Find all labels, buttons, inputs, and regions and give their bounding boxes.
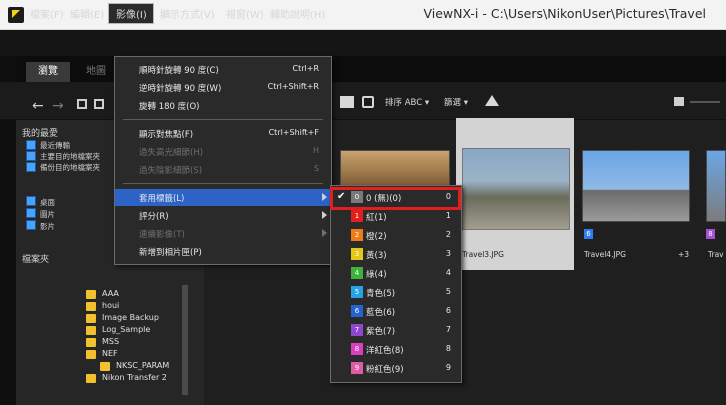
menu-image[interactable]: 影像(I) xyxy=(116,6,147,21)
menu-sequence-images: 連續影像(T) xyxy=(115,225,331,242)
recent-transfer-icon xyxy=(26,140,36,150)
label-swatch: 5 xyxy=(351,286,363,298)
tab-browse[interactable]: 瀏覽 xyxy=(26,62,70,82)
copy-icon[interactable] xyxy=(362,96,374,108)
menu-show-focus-points[interactable]: 顯示對焦點(F) Ctrl+Shift+F xyxy=(115,125,331,142)
favorite-primary-destination[interactable]: 主要目的地檔案夾 xyxy=(40,151,100,162)
thumbnail-image[interactable] xyxy=(340,150,450,190)
menu-window[interactable]: 視窗(W) xyxy=(226,6,264,21)
menu-separator xyxy=(123,183,323,184)
folder-aaa[interactable]: AAA xyxy=(102,289,119,298)
folders-scrollbar[interactable] xyxy=(182,285,188,395)
menu-help[interactable]: 輔助說明(H) xyxy=(270,6,325,21)
thumbnail-travel4[interactable] xyxy=(582,150,690,222)
menu-separator xyxy=(123,119,323,120)
folder-nef[interactable]: NEF xyxy=(102,349,118,358)
submenu-arrow-icon xyxy=(322,229,327,237)
menu-add-to-photo-tray[interactable]: 新增到相片匣(P) xyxy=(115,243,331,260)
menu-view-mode[interactable]: 顯示方式(V) xyxy=(160,6,215,21)
highlight-callout-box xyxy=(330,187,461,210)
folder-nksc-param[interactable]: NKSC_PARAM xyxy=(116,361,169,370)
thumbnail-partial[interactable] xyxy=(706,150,726,222)
view-grid-icon[interactable] xyxy=(77,99,87,109)
label-badge: 6 xyxy=(584,229,593,239)
grid-size-icon[interactable] xyxy=(674,97,684,106)
thumbnail-label: Travel4.JPG xyxy=(584,250,626,259)
folder-image-backup[interactable]: Image Backup xyxy=(102,313,159,322)
label-item-3[interactable]: 3 黃(3) 3 xyxy=(331,245,461,264)
label-item-5[interactable]: 5 青色(5) 5 xyxy=(331,283,461,302)
favorite-backup-destination[interactable]: 備份目的地檔案夾 xyxy=(40,162,100,173)
favorites-header[interactable]: 我的最愛 xyxy=(22,126,58,139)
zoom-slider[interactable] xyxy=(690,101,720,103)
menu-rotate-180[interactable]: 旋轉 180 度(O) xyxy=(115,97,331,114)
place-desktop[interactable]: 桌面 xyxy=(40,197,55,208)
forward-arrow-icon[interactable]: → xyxy=(52,98,64,114)
view-mode-icon[interactable] xyxy=(340,96,354,108)
label-swatch: 9 xyxy=(351,362,363,374)
folder-icon xyxy=(86,350,96,359)
primary-destination-icon xyxy=(26,151,36,161)
videos-icon xyxy=(26,220,36,230)
thumbnail-label: Travel3.JPG xyxy=(462,250,504,259)
folder-icon xyxy=(100,362,110,371)
label-item-6[interactable]: 6 藍色(6) 6 xyxy=(331,302,461,321)
label-swatch: 8 xyxy=(351,343,363,355)
thumbnail-travel3[interactable] xyxy=(462,148,570,230)
back-arrow-icon[interactable]: ← xyxy=(32,98,44,114)
sort-dropdown[interactable]: 排序 ABC ▾ xyxy=(385,96,429,108)
folder-nikon-transfer[interactable]: Nikon Transfer 2 xyxy=(102,373,167,382)
menu-edit[interactable]: 編輯(E) xyxy=(70,6,104,21)
triangle-icon[interactable] xyxy=(485,95,499,106)
backup-destination-icon xyxy=(26,162,36,172)
label-swatch: 4 xyxy=(351,267,363,279)
folder-icon xyxy=(86,338,96,347)
label-item-7[interactable]: 7 紫色(7) 7 xyxy=(331,321,461,340)
folder-log-sample[interactable]: Log_Sample xyxy=(102,325,150,334)
place-videos[interactable]: 影片 xyxy=(40,221,55,232)
label-swatch: 6 xyxy=(351,305,363,317)
tab-map[interactable]: 地圖 xyxy=(74,62,118,82)
label-item-2[interactable]: 2 橙(2) 2 xyxy=(331,226,461,245)
menu-rotate-ccw[interactable]: 逆時針旋轉 90 度(W) Ctrl+Shift+R xyxy=(115,79,331,96)
label-item-9[interactable]: 9 粉紅色(9) 9 xyxy=(331,359,461,378)
menu-rating[interactable]: 評分(R) xyxy=(115,207,331,224)
menu-lost-shadows: 過失陰影細節(S) S xyxy=(139,164,319,176)
folder-icon xyxy=(86,326,96,335)
thumbnail-extra-count: +3 xyxy=(678,250,690,259)
desktop-icon xyxy=(26,196,36,206)
menu-file[interactable]: 檔案(F) xyxy=(30,6,64,21)
folder-icon xyxy=(86,290,96,299)
label-swatch: 1 xyxy=(351,210,363,222)
label-swatch: 3 xyxy=(351,248,363,260)
favorite-recent-transfer[interactable]: 最近傳輸 xyxy=(40,140,70,151)
menu-apply-label[interactable]: 套用標籤(L) xyxy=(115,189,331,206)
folder-icon xyxy=(86,374,96,383)
filter-dropdown[interactable]: 篩選 ▾ xyxy=(444,96,468,108)
label-item-4[interactable]: 4 綠(4) 4 xyxy=(331,264,461,283)
menu-rotate-cw[interactable]: 順時針旋轉 90 度(C) Ctrl+R xyxy=(115,61,331,78)
submenu-arrow-icon xyxy=(322,211,327,219)
submenu-arrow-icon xyxy=(322,193,327,201)
menu-lost-highlights: 過失高光細節(H) H xyxy=(139,146,319,158)
label-submenu: ✔ 0 0 (無)(0) 0 1 紅(1) 1 2 橙(2) 2 3 黃(3) … xyxy=(330,185,462,383)
view-icon[interactable] xyxy=(94,99,104,109)
folder-houi[interactable]: houi xyxy=(102,301,119,310)
image-menu-dropdown: 順時針旋轉 90 度(C) Ctrl+R 逆時針旋轉 90 度(W) Ctrl+… xyxy=(114,56,332,265)
menu-bar xyxy=(0,30,726,56)
folder-icon xyxy=(86,302,96,311)
thumbnail-label: Trav xyxy=(708,250,724,259)
pictures-icon xyxy=(26,208,36,218)
folder-mss[interactable]: MSS xyxy=(102,337,119,346)
place-pictures[interactable]: 圖片 xyxy=(40,209,55,220)
folder-icon xyxy=(86,314,96,323)
folders-header[interactable]: 檔案夾 xyxy=(22,252,49,265)
label-swatch: 7 xyxy=(351,324,363,336)
label-badge: 8 xyxy=(706,229,715,239)
label-item-8[interactable]: 8 洋紅色(8) 8 xyxy=(331,340,461,359)
label-swatch: 2 xyxy=(351,229,363,241)
